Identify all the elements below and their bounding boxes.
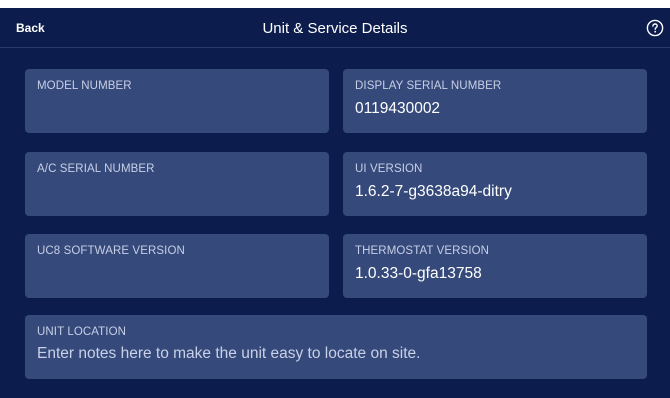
ui-version-value: 1.6.2-7-g3638a94-ditry xyxy=(355,183,512,200)
page-title: Unit & Service Details xyxy=(262,19,408,37)
unit-location-label: UNIT LOCATION xyxy=(37,326,127,338)
ui-version-field[interactable]: UI VERSION 1.6.2-7-g3638a94-ditry xyxy=(343,152,647,216)
uc8-software-version-field[interactable]: UC8 SOFTWARE VERSION xyxy=(25,234,329,298)
help-circle-icon[interactable] xyxy=(646,19,664,37)
display-serial-number-label: DISPLAY SERIAL NUMBER xyxy=(355,80,502,92)
display-serial-number-value: 0119430002 xyxy=(355,100,441,117)
ac-serial-number-field[interactable]: A/C SERIAL NUMBER xyxy=(25,152,329,216)
ac-serial-number-label: A/C SERIAL NUMBER xyxy=(37,163,155,175)
uc8-software-version-label: UC8 SOFTWARE VERSION xyxy=(37,245,185,257)
thermostat-version-field[interactable]: THERMOSTAT VERSION 1.0.33-0-gfa13758 xyxy=(343,234,647,298)
thermostat-version-value: 1.0.33-0-gfa13758 xyxy=(355,265,482,282)
ui-version-label: UI VERSION xyxy=(355,163,423,175)
unit-location-field[interactable]: UNIT LOCATION Enter notes here to make t… xyxy=(25,315,647,379)
screen: Back Unit & Service Details MODEL NUMBER… xyxy=(0,0,670,398)
display-serial-number-field[interactable]: DISPLAY SERIAL NUMBER 0119430002 xyxy=(343,69,647,133)
model-number-field[interactable]: MODEL NUMBER xyxy=(25,69,329,133)
unit-service-details-screen: Back Unit & Service Details MODEL NUMBER… xyxy=(0,8,670,398)
thermostat-version-label: THERMOSTAT VERSION xyxy=(355,245,490,257)
unit-location-placeholder[interactable]: Enter notes here to make the unit easy t… xyxy=(37,345,635,363)
header-bar: Back Unit & Service Details xyxy=(0,8,670,48)
model-number-label: MODEL NUMBER xyxy=(37,80,132,92)
